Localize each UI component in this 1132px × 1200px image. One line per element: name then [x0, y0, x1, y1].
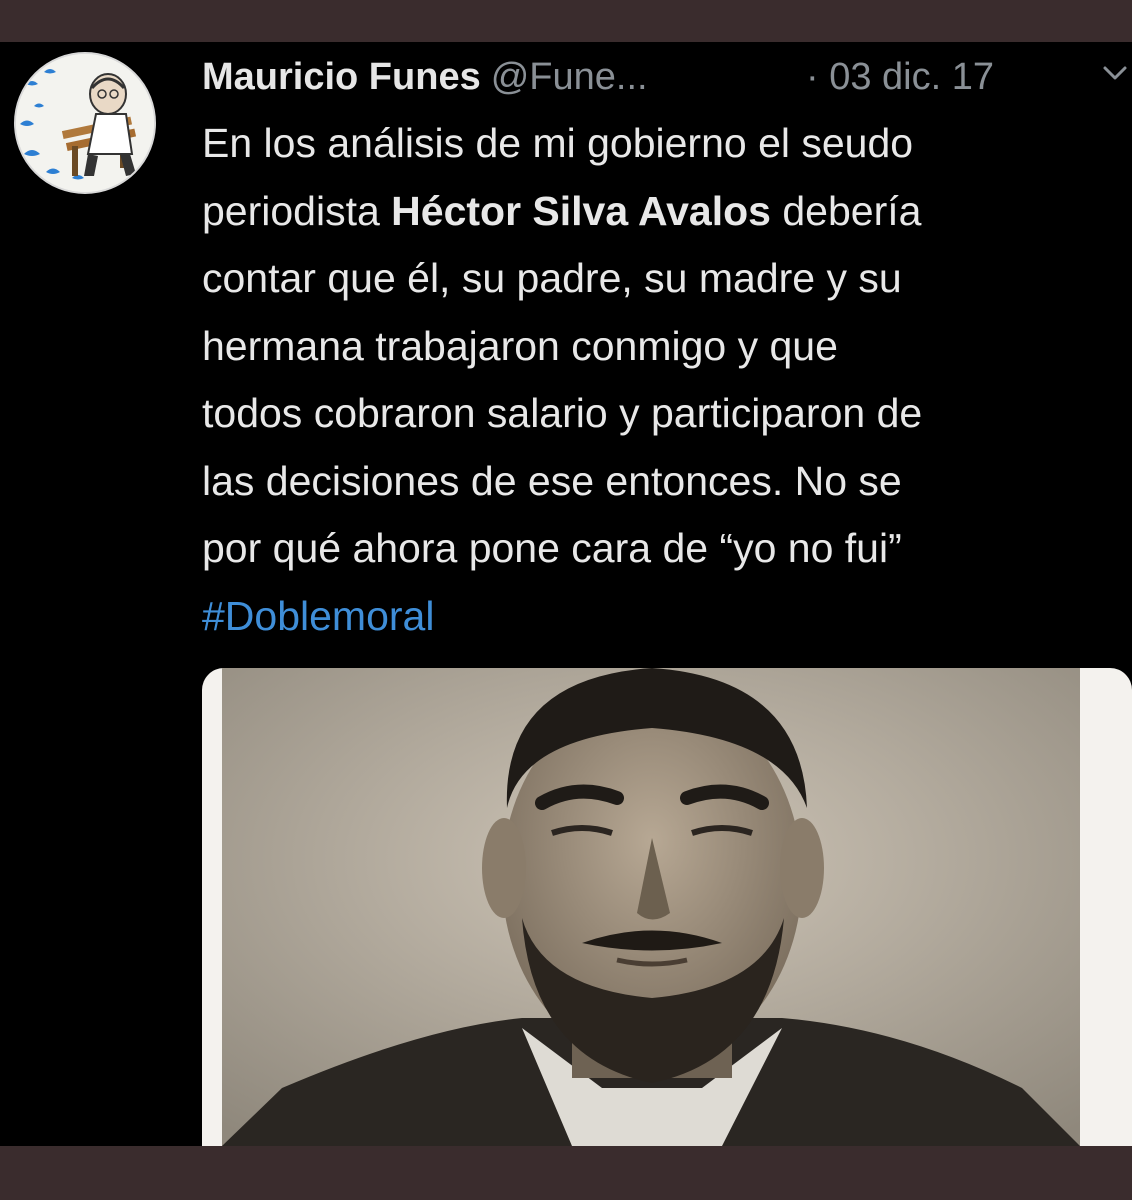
tweet-text: En los análisis de mi gobierno el seudo …	[202, 110, 1122, 650]
bottom-frame-bar	[0, 1146, 1132, 1200]
tweet[interactable]: Mauricio Funes @Fune... · 03 dic. 17 En l…	[0, 42, 1132, 1146]
top-frame-bar	[0, 0, 1132, 42]
tweet-text-line: hermana trabajaron conmigo y que	[202, 322, 838, 369]
author-handle[interactable]: @Fune...	[491, 56, 648, 98]
tweet-text-line: las decisiones de ese entonces. No se	[202, 457, 902, 504]
avatar-cartoon-image	[16, 54, 154, 192]
tweet-text-line: todos cobraron salario y participaron de	[202, 390, 923, 436]
author-name[interactable]: Mauricio Funes	[202, 56, 481, 98]
tweet-date[interactable]: · 03 dic. 17	[806, 52, 994, 102]
avatar[interactable]	[14, 52, 156, 194]
tweet-text-line: En los análisis de mi gobierno el seudo	[202, 120, 914, 166]
hashtag-link[interactable]: #Doblemoral	[202, 583, 1122, 651]
tweet-header: Mauricio Funes @Fune... · 03 dic. 17	[202, 52, 1127, 102]
tweet-text-line: periodista Héctor Silva Avalos debería	[202, 178, 1122, 246]
tweet-photo	[222, 668, 1080, 1146]
tweet-text-line: por qué ahora pone cara de “yo no fui”	[202, 525, 902, 571]
tweet-text-segment: periodista	[202, 187, 392, 234]
tweet-media[interactable]	[202, 668, 1132, 1146]
tweet-text-segment: debería	[770, 187, 922, 234]
chevron-down-icon[interactable]	[1100, 58, 1130, 88]
tweet-text-bold-name: Héctor Silva Avalos	[391, 187, 771, 234]
tweet-text-line: contar que él, su padre, su madre y su	[202, 255, 902, 301]
